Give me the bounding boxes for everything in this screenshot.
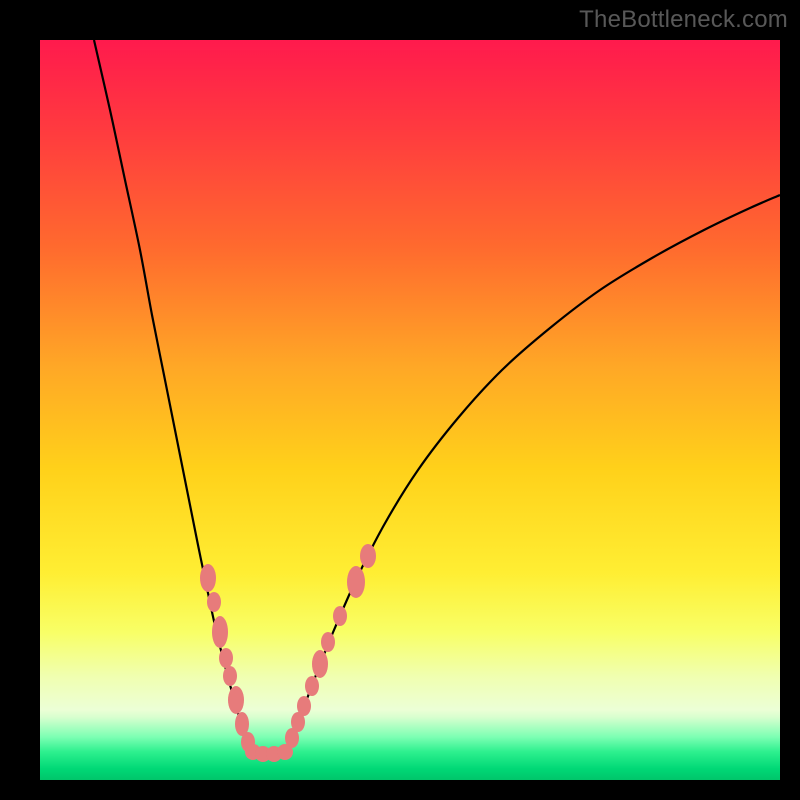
data-dot: [347, 566, 365, 598]
data-dot: [200, 564, 216, 592]
data-dot: [305, 676, 319, 696]
watermark-text: TheBottleneck.com: [579, 6, 788, 34]
data-dot: [360, 544, 376, 568]
data-dot: [223, 666, 237, 686]
data-dot: [212, 616, 228, 648]
data-dot: [228, 686, 244, 714]
left-curve: [94, 40, 252, 754]
data-dot: [297, 696, 311, 716]
chart-frame: TheBottleneck.com: [0, 0, 800, 800]
right-curve: [284, 195, 780, 754]
data-dot: [321, 632, 335, 652]
data-dot: [207, 592, 221, 612]
data-dot: [312, 650, 328, 678]
data-dot: [333, 606, 347, 626]
data-dot: [219, 648, 233, 668]
plot-area: [40, 40, 780, 780]
data-dots: [200, 544, 376, 762]
curves-layer: [40, 40, 780, 780]
